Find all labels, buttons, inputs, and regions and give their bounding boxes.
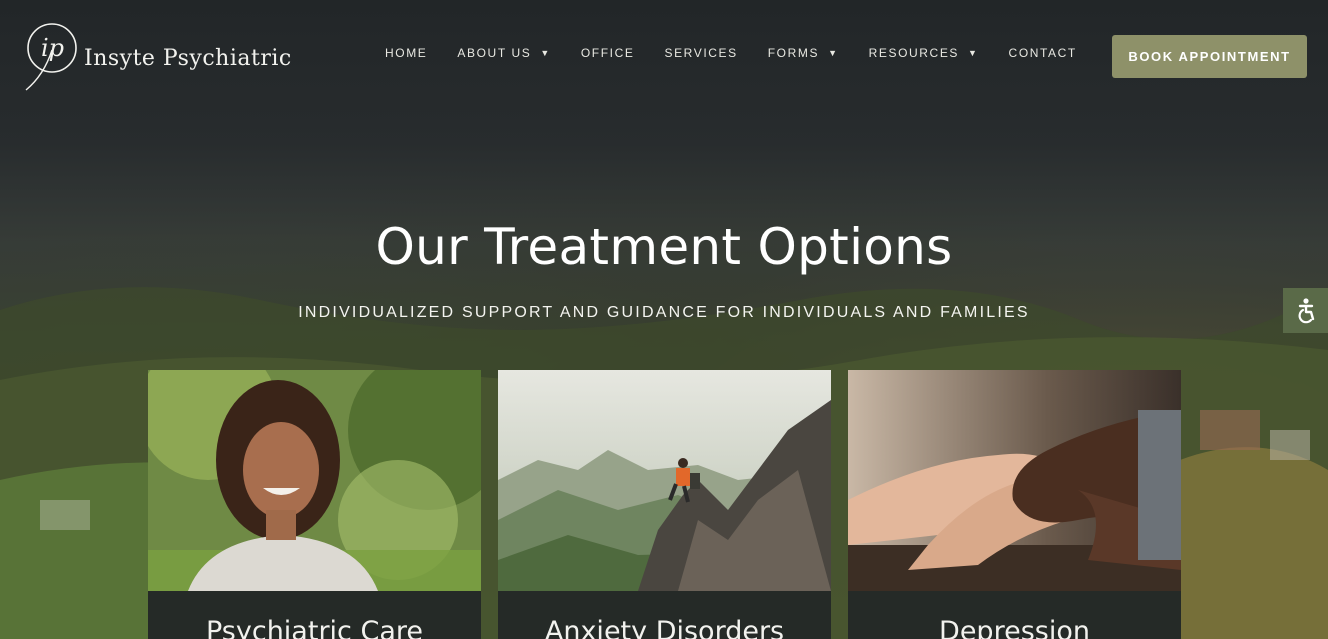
accessibility-toggle[interactable] [1283, 288, 1328, 333]
smiling-woman-photo [148, 370, 481, 591]
chevron-down-icon: ▼ [540, 48, 551, 58]
treatment-card-depression[interactable]: Depression [848, 370, 1181, 639]
site-header: ip Insyte Psychiatric HOME ABOUT US ▼ OFF… [0, 0, 1328, 110]
card-title: Anxiety Disorders [544, 616, 785, 639]
book-appointment-button[interactable]: BOOK APPOINTMENT [1112, 35, 1307, 78]
nav-label: FORMS [767, 46, 820, 60]
nav-item-services[interactable]: SERVICES [649, 46, 752, 60]
accessibility-icon [1298, 297, 1314, 323]
nav-item-about-us[interactable]: ABOUT US ▼ [442, 46, 565, 60]
nav-label: HOME [385, 46, 428, 60]
page-subtitle: INDIVIDUALIZED SUPPORT AND GUIDANCE FOR … [298, 304, 1030, 321]
card-image [848, 370, 1181, 591]
holding-hands-photo [848, 370, 1181, 591]
nav-label: SERVICES [664, 46, 738, 60]
nav-item-resources[interactable]: RESOURCES ▼ [854, 46, 994, 60]
site-logo[interactable]: ip Insyte Psychiatric [22, 20, 292, 92]
svg-text:ip: ip [41, 34, 64, 62]
card-title: Depression [939, 616, 1090, 639]
nav-label: RESOURCES [868, 46, 960, 60]
card-image [498, 370, 831, 591]
logo-monogram-icon: ip [25, 23, 77, 91]
hiker-on-mountain-photo [498, 370, 831, 591]
treatment-card-psychiatric-care[interactable]: Psychiatric Care [148, 370, 481, 639]
nav-item-forms[interactable]: FORMS ▼ [753, 46, 854, 60]
page-title: Our Treatment Options [375, 218, 953, 276]
nav-label: ABOUT US [457, 46, 532, 60]
card-image [148, 370, 481, 591]
nav-item-contact[interactable]: CONTACT [994, 46, 1092, 60]
nav-item-home[interactable]: HOME [370, 46, 442, 60]
treatment-card-anxiety-disorders[interactable]: Anxiety Disorders [498, 370, 831, 639]
nav-label: CONTACT [1008, 46, 1077, 60]
chevron-down-icon: ▼ [968, 48, 979, 58]
nav-item-office[interactable]: OFFICE [566, 46, 650, 60]
main-navigation: HOME ABOUT US ▼ OFFICE SERVICES FORMS ▼ RE… [370, 46, 1092, 60]
logo-wordmark: Insyte Psychiatric [84, 45, 292, 71]
nav-label: OFFICE [580, 46, 635, 60]
card-title: Psychiatric Care [206, 616, 423, 639]
chevron-down-icon: ▼ [828, 48, 839, 58]
